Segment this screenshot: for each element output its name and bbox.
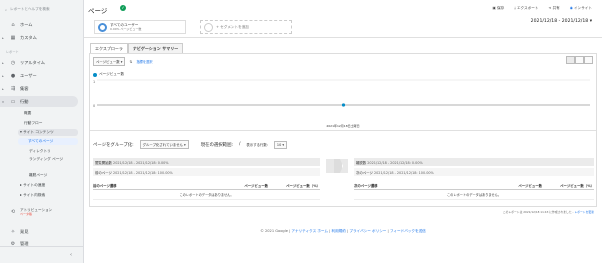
- period-month-button[interactable]: [584, 56, 593, 64]
- collapse-icon[interactable]: ‹: [70, 252, 72, 258]
- sidebar-item-flow[interactable]: 行動フロー: [24, 121, 42, 126]
- export-button[interactable]: ⤓ エクスポート: [514, 6, 538, 11]
- chevron-down-icon: ▾: [589, 19, 592, 24]
- period-day-button[interactable]: [566, 56, 575, 64]
- segment-circle-icon: [98, 22, 107, 32]
- current-selection-value: /: [238, 142, 241, 147]
- person-icon: ●: [10, 72, 16, 79]
- share-button[interactable]: ⋖ 共有: [548, 6, 559, 11]
- rows-select[interactable]: 10 ▾: [273, 140, 288, 149]
- sidebar-item-behavior[interactable]: ▾ ▭ 行動: [0, 96, 78, 107]
- main-content: ページ ✓ ▣ 保存 ⤓ エクスポート ⋖ 共有 ◉ インサイト すべてのユーザ…: [84, 0, 602, 263]
- footer-link-home[interactable]: アナリティクス ホーム: [291, 229, 328, 233]
- verified-icon: ✓: [120, 5, 126, 11]
- sidebar-item-overview[interactable]: 概要: [24, 111, 31, 116]
- sidebar-item-acquisition[interactable]: ▸ ⇶ 集客: [0, 84, 84, 93]
- save-button[interactable]: ▣ 保存: [492, 6, 504, 11]
- y-tick-zero: 0: [93, 104, 95, 108]
- sidebar: ⌕ レポートとヘルプを検索 ⌂ ホーム ▸ ▦ カスタム レポート ▸ ◷ リアルタイム …: [0, 0, 84, 263]
- custom-icon: ▦: [10, 34, 16, 41]
- behavior-icon: ▭: [10, 98, 16, 105]
- sidebar-footer: ‹: [0, 246, 84, 263]
- sidebar-item-users[interactable]: ▸ ● ユーザー: [0, 71, 84, 80]
- y-tick-top: 1: [93, 80, 95, 84]
- flow-graphic: [326, 156, 348, 176]
- sidebar-item-all-pages[interactable]: すべてのページ: [18, 138, 78, 145]
- sidebar-item-speed[interactable]: ▸ サイトの速度: [20, 183, 45, 188]
- divider: [90, 130, 596, 131]
- lightbulb-icon: ✧: [10, 228, 16, 235]
- report-header: ページ ✓ ▣ 保存 ⤓ エクスポート ⋖ 共有 ◉ インサイト すべてのユーザ…: [84, 0, 602, 38]
- footer-link-feedback[interactable]: フィードバックを送信: [390, 229, 426, 233]
- stat-exits: 離脱数 2021/12/18 - 2021/12/18: 0.00%: [354, 158, 594, 166]
- current-selection-label: 現在の選択範囲:: [200, 142, 233, 148]
- group-label: ページをグループ化:: [93, 142, 134, 148]
- sidebar-item-custom[interactable]: ▸ ▦ カスタム: [0, 33, 84, 42]
- sidebar-item-site-search[interactable]: ▸ サイト内検索: [20, 193, 45, 198]
- sidebar-item-landing[interactable]: ランディング ページ: [29, 157, 69, 162]
- compare-metric-link[interactable]: 指標を選択: [136, 59, 152, 64]
- sidebar-item-home[interactable]: ⌂ ホーム: [0, 20, 84, 29]
- sidebar-item-exit[interactable]: 離脱ページ: [29, 173, 47, 178]
- empty-message: このレポートのデータはありません。: [93, 190, 320, 200]
- search-input[interactable]: レポートとヘルプを検索: [10, 7, 50, 12]
- stat-previous-pages: 前のページ 2021/12/18 - 2021/12/18: 100.00%: [93, 168, 320, 176]
- period-week-button[interactable]: [575, 56, 584, 64]
- page-flow-icon: [326, 159, 348, 173]
- clock-icon: ◷: [10, 59, 16, 66]
- report-generated-note: このレポートは 2021/12/18 11:43 に作成されました - レポート…: [502, 210, 594, 214]
- previous-pages-table: 前のページ遷移 ページビュー数 ページビュー数（%） このレポートのデータはあり…: [93, 182, 320, 200]
- empty-message: このレポートのデータはありません。: [354, 190, 594, 200]
- sidebar-item-attribution[interactable]: ⟲ アトリビューション ベータ版: [0, 206, 84, 218]
- report-panel: ページビュー数 ▾ ⇅ 指標を選択 ページビュー数 1 0 2021年12月18…: [89, 53, 597, 207]
- stat-entrances: 閲覧開始数 2021/12/18 - 2021/12/18: 0.00%: [93, 158, 320, 166]
- insights-button[interactable]: ◉ インサイト: [570, 6, 592, 11]
- data-point[interactable]: [341, 103, 346, 107]
- sidebar-item-site-content[interactable]: ▾ サイト コンテンツ: [18, 129, 78, 136]
- x-axis-label: 2021年12月18日土曜日: [326, 124, 360, 128]
- refresh-report-link[interactable]: レポートを更新: [574, 210, 594, 214]
- compare-icon: ⇅: [129, 59, 133, 64]
- segment-chip[interactable]: すべてのユーザー 0.00% ページビュー数: [94, 20, 186, 34]
- stat-next-pages: 次のページ 2021/12/18 - 2021/12/18: 100.00%: [354, 168, 594, 176]
- rows-label: 表示する行数:: [246, 143, 268, 147]
- add-segment-button[interactable]: + セグメントを追加: [200, 20, 292, 34]
- table-header: 次のページ遷移 ページビュー数 ページビュー数（%）: [354, 184, 594, 190]
- sidebar-item-realtime[interactable]: ▸ ◷ リアルタイム: [0, 58, 84, 67]
- attribution-icon: ⟲: [10, 209, 16, 215]
- search-box[interactable]: ⌕ レポートとヘルプを検索: [5, 5, 77, 14]
- add-circle-icon: [204, 22, 213, 32]
- acquisition-icon: ⇶: [10, 85, 16, 92]
- group-select[interactable]: グループ化されていません ▾: [139, 140, 189, 149]
- footer-link-privacy[interactable]: プライバシー ポリシー: [349, 229, 386, 233]
- page-title: ページ: [88, 7, 108, 15]
- page-footer: © 2021 Google | アナリティクス ホーム | 利用規約 | プライ…: [260, 229, 426, 233]
- date-range-picker[interactable]: 2021/12/18 - 2021/12/18 ▾: [531, 19, 592, 24]
- metric-select[interactable]: ページビュー数 ▾: [93, 57, 126, 66]
- footer-link-terms[interactable]: 利用規約: [332, 229, 346, 233]
- sidebar-item-discover[interactable]: ✧ 発見: [0, 227, 84, 236]
- next-pages-table: 次のページ遷移 ページビュー数 ページビュー数（%） このレポートのデータはあり…: [354, 182, 594, 200]
- home-icon: ⌂: [11, 21, 15, 28]
- reports-heading: レポート: [6, 50, 19, 54]
- search-icon: ⌕: [5, 7, 8, 12]
- sidebar-item-drilldown[interactable]: ディレクトリ: [29, 149, 51, 154]
- table-header: 前のページ遷移 ページビュー数 ページビュー数（%）: [93, 184, 320, 190]
